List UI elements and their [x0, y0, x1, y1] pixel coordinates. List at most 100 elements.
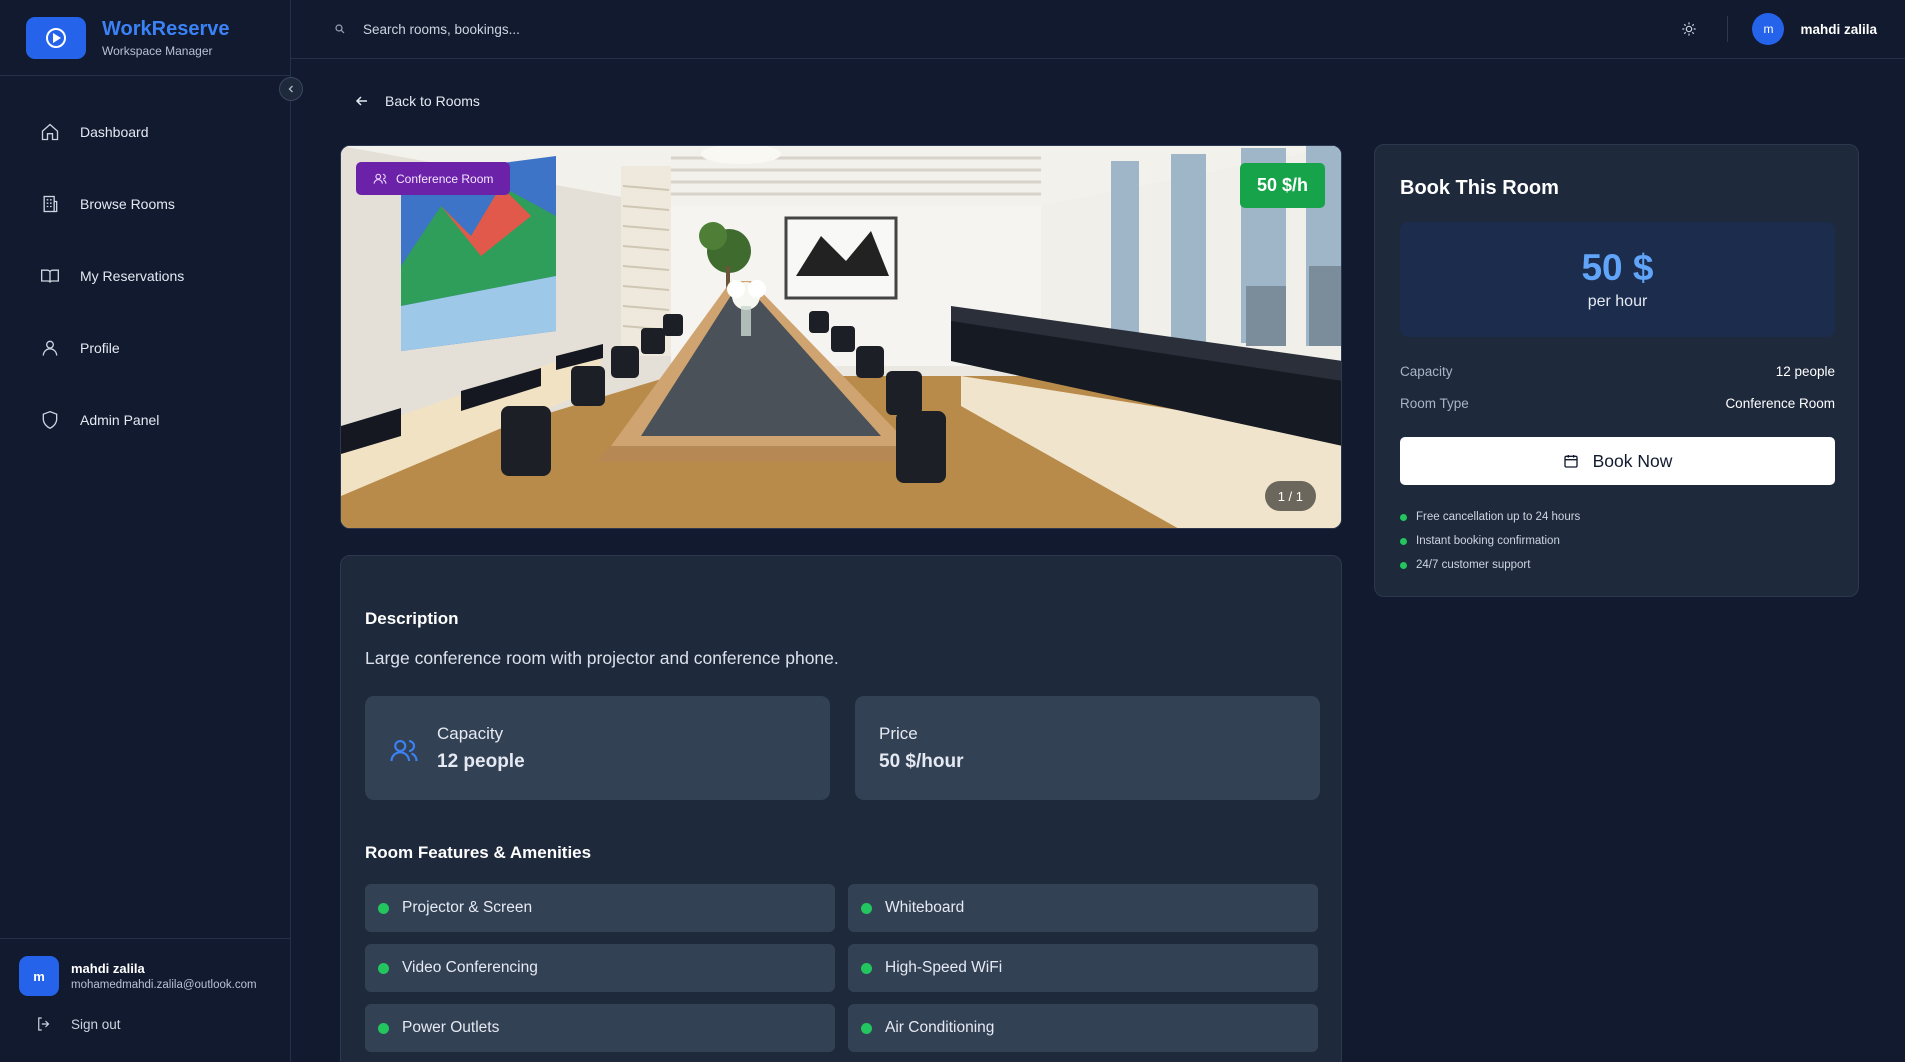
feature-item: Air Conditioning: [848, 1004, 1318, 1052]
price-badge: 50 $/h: [1239, 163, 1325, 208]
sidebar-item-label: My Reservations: [80, 268, 185, 284]
shield-icon: [42, 410, 58, 430]
divider: [1727, 16, 1729, 42]
perk-label: 24/7 customer support: [1416, 559, 1531, 571]
user-menu-name[interactable]: mahdi zalila: [1800, 22, 1877, 37]
sign-out-button[interactable]: Sign out: [19, 1015, 290, 1033]
capacity-stat: Capacity 12 people: [365, 696, 830, 800]
sidebar-item-admin-panel[interactable]: Admin Panel: [0, 384, 290, 456]
user-icon: [42, 340, 58, 356]
arrow-left-icon: [355, 96, 367, 106]
book-now-button[interactable]: Book Now: [1400, 437, 1835, 485]
room-type-badge: Conference Room: [356, 162, 511, 195]
perk-item: Free cancellation up to 24 hours: [1400, 511, 1580, 523]
building-icon: [43, 195, 58, 213]
check-dot-icon: [378, 962, 389, 974]
booking-title: Book This Room: [1400, 177, 1559, 199]
users-icon: [373, 173, 387, 184]
capacity-value: 12 people: [437, 751, 525, 772]
description-title: Description: [365, 609, 459, 628]
perk-item: 24/7 customer support: [1400, 559, 1530, 571]
search-input[interactable]: Search rooms, bookings...: [363, 22, 520, 37]
feature-label: High-Speed WiFi: [885, 959, 1003, 976]
price-amount: 50 $: [1581, 247, 1654, 288]
price-box: 50 $ per hour: [1400, 222, 1835, 337]
room-type-row: Room Type Conference Room: [1400, 396, 1835, 411]
price-label: Price: [879, 724, 918, 743]
back-to-rooms-link[interactable]: Back to Rooms: [355, 93, 480, 109]
capacity-row: Capacity 12 people: [1400, 364, 1835, 379]
sidebar-nav: Dashboard Browse Rooms My Reservations P…: [0, 96, 290, 456]
capacity-label: Capacity: [437, 724, 504, 743]
topbar: Search rooms, bookings... m mahdi zalila: [291, 0, 1905, 59]
check-dot-icon: [378, 902, 389, 914]
logo-icon: [26, 16, 86, 59]
feature-item: Whiteboard: [848, 884, 1318, 932]
sidebar: WorkReserve Workspace Manager Dashboard …: [0, 0, 303, 1062]
book-now-label: Book Now: [1592, 450, 1673, 471]
check-dot-icon: [861, 962, 872, 974]
users-icon: [390, 739, 418, 762]
feature-label: Air Conditioning: [885, 1019, 995, 1036]
price-stat: Price 50 $/hour: [855, 696, 1320, 800]
feature-label: Projector & Screen: [402, 899, 533, 916]
calendar-icon: [1563, 455, 1578, 468]
user-name: mahdi zalila: [71, 961, 145, 976]
check-dot-icon: [1400, 513, 1407, 521]
brand-name: WorkReserve: [102, 17, 230, 40]
room-type-value: Conference Room: [1725, 396, 1835, 411]
feature-item: High-Speed WiFi: [848, 944, 1318, 992]
feature-label: Whiteboard: [885, 899, 965, 916]
sidebar-user[interactable]: m mahdi zalila mohamedmahdi.zalila@outlo…: [19, 956, 290, 996]
capacity-value: 12 people: [1775, 364, 1835, 379]
sidebar-item-label: Dashboard: [80, 124, 149, 140]
brand-subtitle: Workspace Manager: [102, 43, 213, 58]
sidebar-item-label: Browse Rooms: [80, 196, 175, 212]
book-open-icon: [41, 269, 59, 283]
features-title: Room Features & Amenities: [365, 843, 592, 862]
check-dot-icon: [1400, 537, 1407, 545]
room-type-label: Room Type: [1400, 396, 1469, 411]
log-out-icon: [38, 1017, 50, 1031]
home-icon: [41, 123, 59, 141]
room-details-card: Description Large conference room with p…: [340, 555, 1342, 1062]
perk-label: Free cancellation up to 24 hours: [1416, 511, 1581, 523]
sidebar-item-my-reservations[interactable]: My Reservations: [0, 240, 290, 312]
sidebar-item-dashboard[interactable]: Dashboard: [0, 96, 290, 168]
perk-label: Instant booking confirmation: [1416, 535, 1560, 547]
sidebar-item-browse-rooms[interactable]: Browse Rooms: [0, 168, 290, 240]
price-value: 50 $/hour: [879, 751, 964, 772]
feature-item: Projector & Screen: [365, 884, 835, 932]
theme-toggle-sun-icon[interactable]: [1681, 21, 1697, 37]
feature-label: Power Outlets: [402, 1019, 500, 1036]
sidebar-item-profile[interactable]: Profile: [0, 312, 290, 384]
description-text: Large conference room with projector and…: [365, 648, 839, 668]
room-image-carousel[interactable]: Conference Room 50 $/h 1 / 1: [340, 145, 1342, 529]
room-type-label: Conference Room: [396, 171, 494, 186]
user-email: mohamedmahdi.zalila@outlook.com: [71, 979, 257, 991]
check-dot-icon: [1400, 561, 1407, 569]
brand[interactable]: WorkReserve Workspace Manager: [0, 0, 290, 76]
sidebar-item-label: Admin Panel: [80, 412, 160, 428]
check-dot-icon: [861, 902, 872, 914]
capacity-label: Capacity: [1400, 364, 1453, 379]
chevron-left-icon: [288, 85, 293, 93]
booking-card: Book This Room 50 $ per hour Capacity 12…: [1374, 144, 1859, 597]
avatar[interactable]: m: [1752, 13, 1785, 45]
sidebar-user-panel: m mahdi zalila mohamedmahdi.zalila@outlo…: [0, 938, 290, 1062]
price-unit: per hour: [1587, 293, 1648, 310]
avatar: m: [19, 956, 59, 996]
sidebar-item-label: Profile: [80, 340, 120, 356]
feature-label: Video Conferencing: [402, 959, 538, 976]
feature-item: Video Conferencing: [365, 944, 835, 992]
check-dot-icon: [378, 1022, 389, 1034]
back-label: Back to Rooms: [385, 93, 480, 109]
feature-item: Power Outlets: [365, 1004, 835, 1052]
perk-item: Instant booking confirmation: [1400, 535, 1560, 547]
search-icon: [335, 24, 345, 34]
room-photo: [341, 146, 1341, 528]
check-dot-icon: [861, 1022, 872, 1034]
sign-out-label: Sign out: [71, 1016, 121, 1032]
image-counter: 1 / 1: [1264, 481, 1316, 511]
search-bar[interactable]: Search rooms, bookings...: [335, 22, 520, 37]
